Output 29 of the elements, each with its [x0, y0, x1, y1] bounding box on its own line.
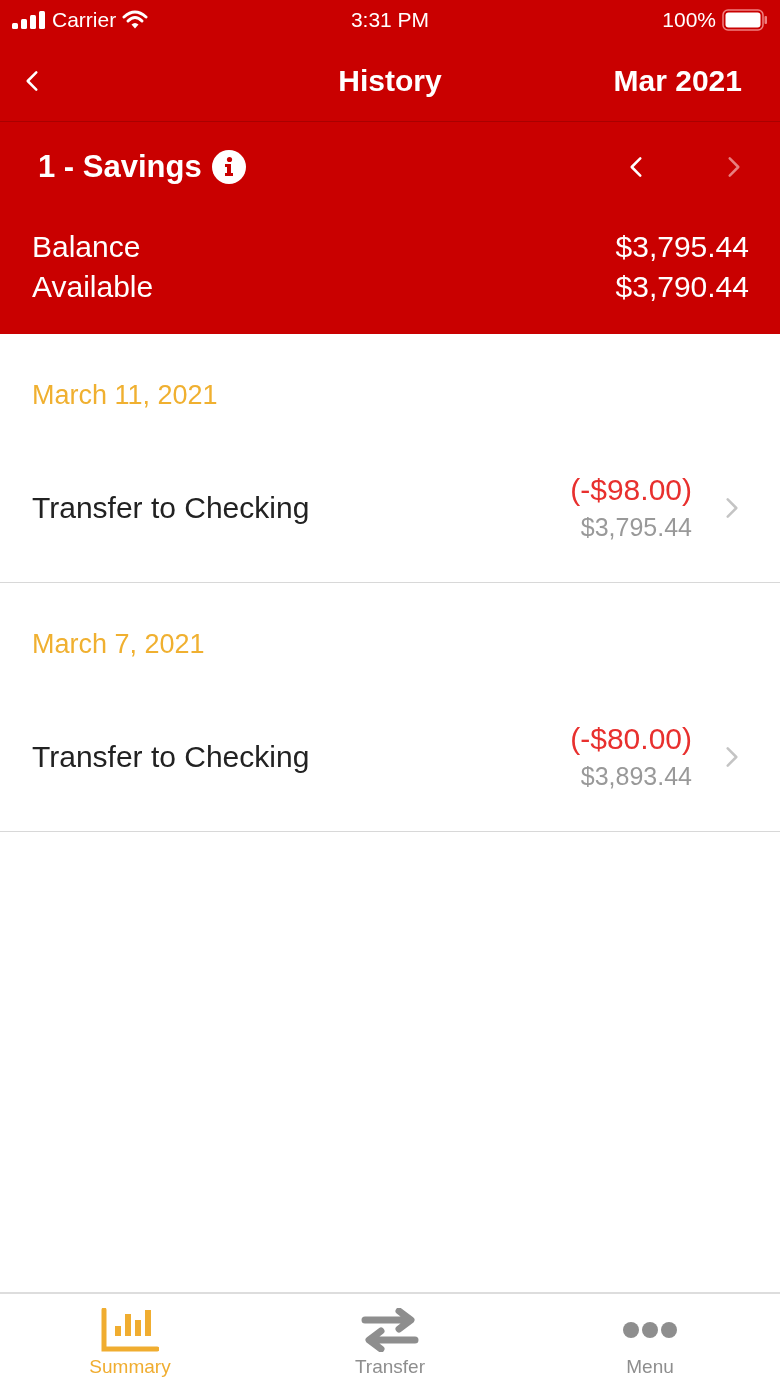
transaction-amount: (-$98.00) — [570, 473, 692, 507]
date-header: March 7, 2021 — [31, 628, 206, 660]
battery-percent: 100% — [662, 8, 716, 32]
signal-icon — [12, 11, 46, 29]
balance-amount: $3,795.44 — [615, 230, 749, 264]
running-balance: $3,795.44 — [580, 513, 692, 542]
balance-label: Available — [32, 270, 154, 304]
transaction-row[interactable]: Transfer to Checking (-$80.00) $3,893.44 — [0, 660, 780, 831]
status-time: 3:31 PM — [350, 8, 430, 32]
date-header: March 11, 2021 — [31, 379, 219, 411]
more-dots-icon — [622, 1321, 678, 1339]
carrier-label: Carrier — [52, 8, 117, 32]
transaction-description: Transfer to Checking — [32, 739, 310, 774]
balance-label: Balance — [32, 230, 141, 264]
bar-chart-icon — [101, 1308, 159, 1352]
wifi-icon — [122, 10, 149, 30]
info-icon[interactable] — [211, 150, 246, 184]
running-balance: $3,893.44 — [580, 762, 692, 791]
transaction-row[interactable]: Transfer to Checking (-$98.00) $3,795.44 — [0, 411, 780, 582]
tab-bar-item[interactable]: Transfer — [260, 1294, 520, 1387]
battery-icon — [722, 9, 768, 31]
period-button[interactable]: Mar 2021 — [613, 63, 742, 98]
account-name: 1 - Savings — [38, 149, 202, 185]
transaction-amount: (-$80.00) — [570, 722, 692, 756]
transfer-arrows-icon — [361, 1308, 419, 1352]
tab-bar-item[interactable]: Menu — [520, 1294, 780, 1387]
page-title: History — [338, 63, 442, 97]
transaction-description: Transfer to Checking — [32, 490, 310, 525]
balance-amount: $3,790.44 — [615, 270, 749, 304]
